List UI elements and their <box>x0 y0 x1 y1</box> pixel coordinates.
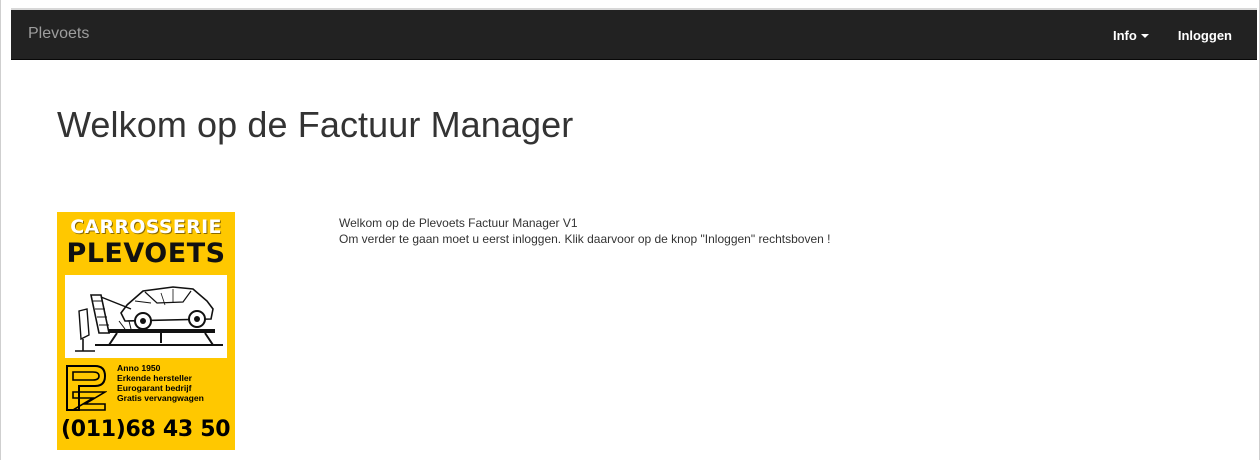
login-link-label: Inloggen <box>1177 27 1232 43</box>
logo-fact: Anno 1950 <box>117 363 161 373</box>
logo-line-plevoets: PLEVOETS <box>66 238 226 269</box>
logo-line-carrosserie: CARROSSERIE <box>70 216 222 238</box>
page-title: Welkom op de Factuur Manager <box>57 104 574 145</box>
info-dropdown-label: Info <box>1113 27 1137 43</box>
brand-link[interactable]: Plevoets <box>28 25 89 43</box>
login-link[interactable]: Inloggen <box>1162 10 1257 60</box>
top-navbar: Plevoets Info Inloggen <box>11 8 1257 60</box>
info-dropdown-toggle[interactable]: Info <box>1100 10 1162 60</box>
caret-down-icon <box>1140 34 1149 38</box>
login-instruction-line: Om verder te gaan moet u eerst inloggen.… <box>339 232 831 246</box>
company-monogram-icon <box>66 365 107 411</box>
navbar-right-menu: Info Inloggen <box>1100 10 1257 60</box>
company-logo: CARROSSERIE PLEVOETS Anno 1950 Erkende h… <box>57 212 235 450</box>
logo-phone-number: (011)68 43 50 <box>61 417 231 442</box>
welcome-line: Welkom op de Plevoets Factuur Manager V1 <box>339 216 578 230</box>
logo-facts: Anno 1950 Erkende hersteller Eurogarant … <box>117 363 204 403</box>
logo-fact: Eurogarant bedrijf <box>117 383 192 393</box>
logo-fact: Gratis vervangwagen <box>117 393 204 403</box>
browser-viewport: Plevoets Info Inloggen Welkom op de Fact… <box>0 0 1260 460</box>
welcome-text: Welkom op de Plevoets Factuur Manager V1… <box>339 215 830 247</box>
logo-fact: Erkende hersteller <box>117 373 192 383</box>
car-on-frame-illustration <box>65 275 227 358</box>
